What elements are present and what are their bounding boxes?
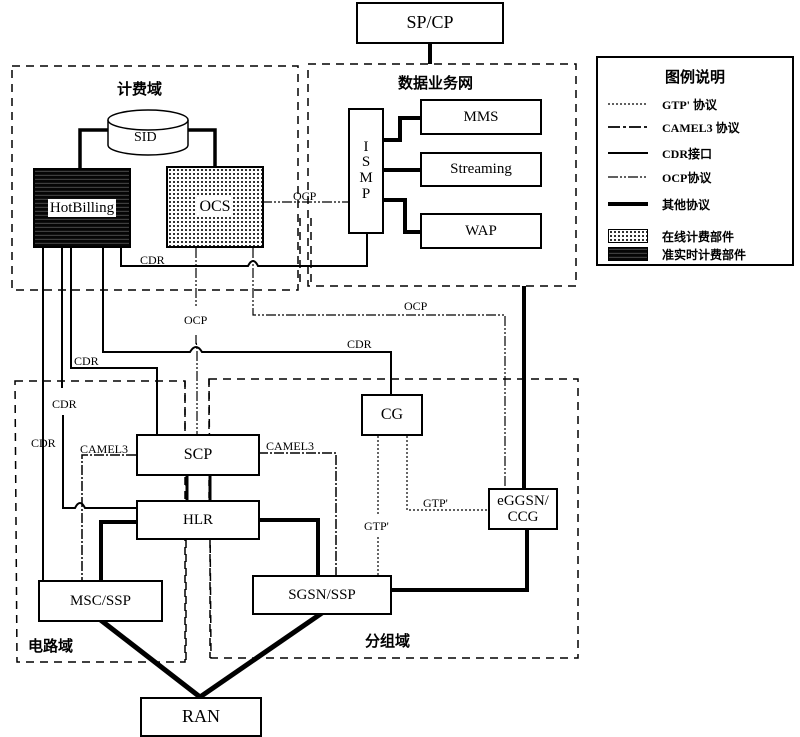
link-scp-msc-camel3	[81, 454, 136, 582]
legend-label: 其他协议	[662, 197, 711, 212]
legend-label: 在线计费部件	[662, 229, 735, 244]
circuit-domain-label: 电路域	[28, 637, 74, 655]
legend-swatch-cdr	[608, 152, 648, 154]
link-sid-hotbilling	[78, 128, 110, 170]
legend-label: OCP协议	[662, 170, 712, 185]
legend-swatch-camel3	[608, 126, 648, 128]
link-label-cdr: CDR	[52, 397, 77, 411]
legend-label: CDR接口	[662, 146, 712, 161]
link-ismp-wap	[384, 198, 420, 234]
link-sid-ocs	[185, 128, 217, 167]
legend-label: CAMEL3 协议	[662, 120, 740, 135]
ismp-node[interactable]: I S M P	[348, 108, 384, 234]
scp-node[interactable]: SCP	[136, 434, 260, 476]
link-eggsn-sgsn	[390, 528, 529, 592]
sid-label[interactable]: SID	[134, 131, 157, 145]
link-label-cdr: CDR	[347, 337, 372, 351]
ocs-label: OCS	[197, 197, 233, 217]
ran-node[interactable]: RAN	[140, 697, 262, 737]
legend-label: GTP' 协议	[662, 97, 718, 112]
link-hlr-msc	[99, 520, 138, 582]
link-hotbilling-cg-cdr	[102, 247, 392, 400]
link-ismp-mms	[384, 116, 420, 142]
link-label-ocp: OCP	[184, 313, 208, 327]
hotbilling-label: HotBilling	[47, 198, 117, 218]
eggsn-label: eGGSN/	[497, 492, 549, 509]
cg-node[interactable]: CG	[361, 394, 423, 436]
msc-ssp-node[interactable]: MSC/SSP	[38, 580, 163, 622]
legend-item: CDR接口	[608, 145, 712, 161]
mms-node[interactable]: MMS	[420, 99, 542, 135]
billing-domain-label: 计费域	[117, 80, 163, 98]
ismp-letter: I	[363, 138, 369, 155]
ocs-node[interactable]: OCS	[166, 166, 264, 248]
legend-item: 其他协议	[608, 196, 710, 212]
link-hotbilling-scp-cdr	[70, 247, 158, 438]
hotbilling-node[interactable]: HotBilling	[33, 168, 131, 248]
ccg-label: CCG	[507, 509, 539, 525]
ismp-letter: P	[361, 185, 371, 202]
ismp-letter: M	[359, 170, 373, 186]
link-cg-eggsn-gtp	[406, 428, 490, 511]
link-label-cdr: CDR	[74, 354, 99, 368]
spcp-node[interactable]: SP/CP	[356, 2, 504, 44]
legend-item: CAMEL3 协议	[608, 119, 740, 135]
link-msc-ran	[96, 616, 202, 699]
packet-domain-label: 分组域	[365, 632, 411, 650]
streaming-node[interactable]: Streaming	[420, 152, 542, 187]
link-label-ocp: OCP	[293, 189, 317, 203]
legend-item: GTP' 协议	[608, 96, 717, 112]
wap-node[interactable]: WAP	[420, 213, 542, 249]
legend-item: OCP协议	[608, 169, 711, 185]
legend-item: 在线计费部件	[608, 228, 734, 244]
legend: 图例说明 GTP' 协议 CAMEL3 协议 CDR接口 OCP协议 其他协议 …	[596, 56, 794, 266]
data-service-domain-label: 数据业务网	[398, 74, 474, 92]
sgsn-ssp-node[interactable]: SGSN/SSP	[252, 575, 392, 615]
ismp-letter: S	[361, 154, 371, 171]
link-sgsn-ran	[198, 610, 324, 700]
legend-swatch-gtp	[608, 103, 648, 105]
link-scp-sgsn-camel3	[258, 452, 337, 577]
eggsn-ccg-node[interactable]: eGGSN/ CCG	[488, 488, 558, 530]
legend-swatch-other	[608, 202, 648, 206]
link-label-ocp: OCP	[404, 299, 428, 313]
legend-swatch-online-fill	[608, 229, 648, 243]
legend-swatch-ocp	[608, 176, 648, 178]
link-hlr-sgsn	[258, 518, 320, 577]
link-label-camel3: CAMEL3	[80, 442, 128, 456]
link-label-cdr: CDR	[31, 436, 56, 450]
link-label-gtp: GTP'	[364, 519, 389, 533]
legend-swatch-nearrealtime-fill	[608, 247, 648, 261]
link-label-cdr: CDR	[140, 253, 165, 267]
link-hotbilling-hlr-cdr	[61, 247, 138, 509]
link-label-camel3: CAMEL3	[266, 439, 314, 453]
link-label-gtp: GTP'	[423, 496, 448, 510]
hlr-node[interactable]: HLR	[136, 500, 260, 540]
legend-item: 准实时计费部件	[608, 246, 746, 262]
legend-title: 图例说明	[664, 68, 725, 86]
legend-label: 准实时计费部件	[662, 247, 747, 262]
